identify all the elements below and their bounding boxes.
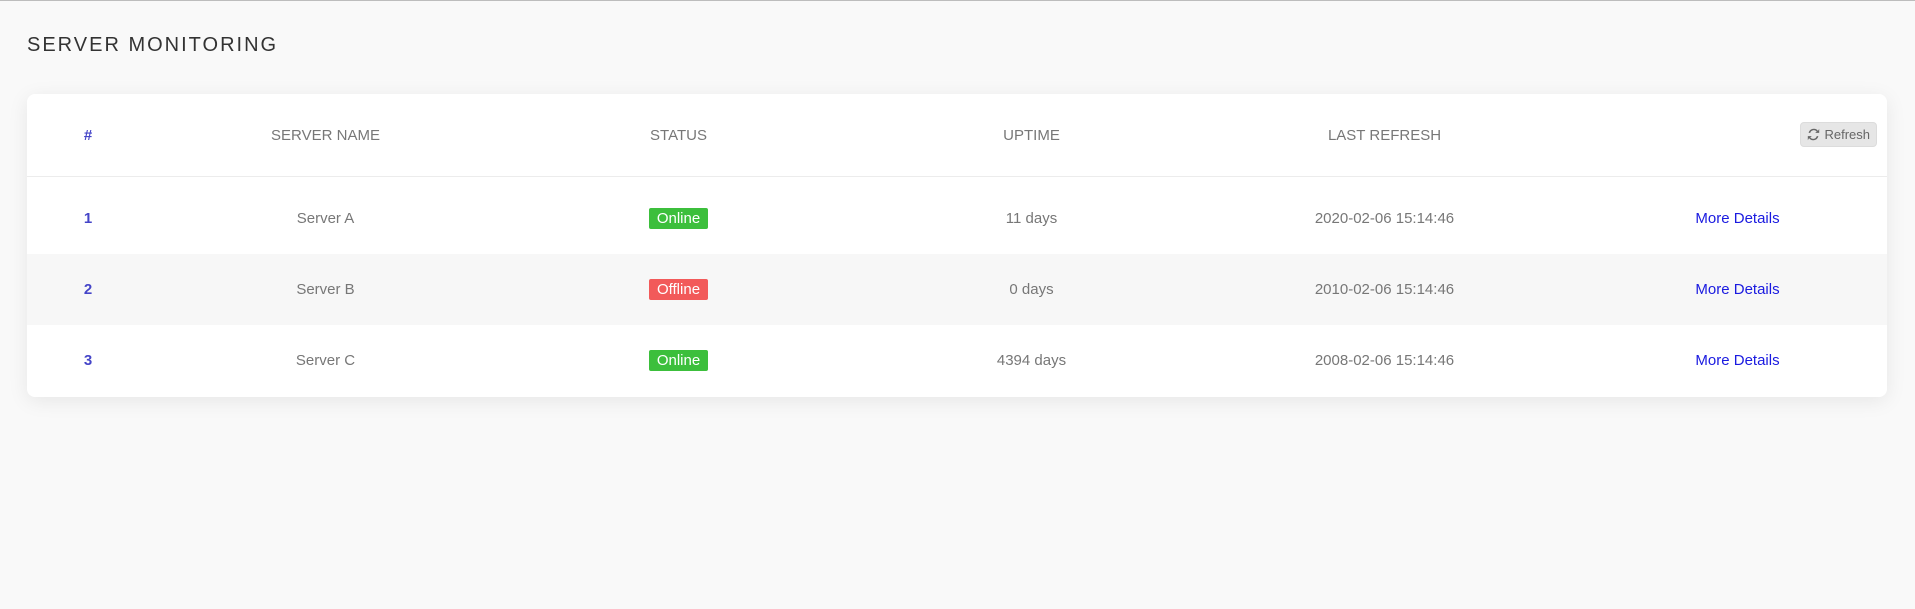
table-row: 2 Server B Offline 0 days 2010-02-06 15:… (27, 254, 1887, 325)
last-refresh: 2020-02-06 15:14:46 (1314, 210, 1455, 227)
refresh-button-label: Refresh (1824, 127, 1870, 142)
column-header-last-refresh: LAST REFRESH (1327, 126, 1442, 144)
actions-cell: More Details (1561, 281, 1887, 298)
status-badge: Online (648, 350, 709, 371)
server-name: Server B (296, 281, 355, 298)
uptime: 11 days (1005, 210, 1058, 227)
row-index: 2 (83, 281, 93, 298)
table-header: # SERVER NAME STATUS UPTIME LAST REFRESH… (27, 94, 1887, 177)
last-refresh: 2010-02-06 15:14:46 (1314, 281, 1455, 298)
column-header-uptime: UPTIME (1003, 126, 1060, 144)
refresh-button[interactable]: Refresh (1800, 122, 1877, 147)
column-header-status: STATUS (650, 126, 707, 144)
last-refresh: 2008-02-06 15:14:46 (1314, 352, 1455, 369)
column-header-index: # (83, 126, 93, 144)
status-cell: Online (502, 208, 855, 229)
column-header-server-name: SERVER NAME (271, 126, 380, 144)
row-index: 3 (83, 352, 93, 369)
server-table-card: # SERVER NAME STATUS UPTIME LAST REFRESH… (27, 94, 1887, 397)
more-details-link[interactable]: More Details (1695, 210, 1779, 227)
actions-cell: More Details (1561, 210, 1887, 227)
actions-cell: More Details (1561, 352, 1887, 369)
more-details-link[interactable]: More Details (1695, 352, 1779, 369)
refresh-icon (1807, 128, 1820, 141)
status-cell: Offline (502, 279, 855, 300)
status-badge: Online (648, 208, 709, 229)
status-cell: Online (502, 350, 855, 371)
uptime: 0 days (1009, 281, 1054, 298)
table-row: 3 Server C Online 4394 days 2008-02-06 1… (27, 325, 1887, 396)
uptime: 4394 days (996, 352, 1067, 369)
server-name: Server A (296, 210, 355, 227)
top-divider (0, 0, 1915, 1)
table-row: 1 Server A Online 11 days 2020-02-06 15:… (27, 183, 1887, 254)
server-name: Server C (295, 352, 356, 369)
status-badge: Offline (648, 279, 709, 300)
more-details-link[interactable]: More Details (1695, 281, 1779, 298)
page-title: SERVER MONITORING (27, 34, 279, 56)
row-index: 1 (83, 210, 93, 227)
